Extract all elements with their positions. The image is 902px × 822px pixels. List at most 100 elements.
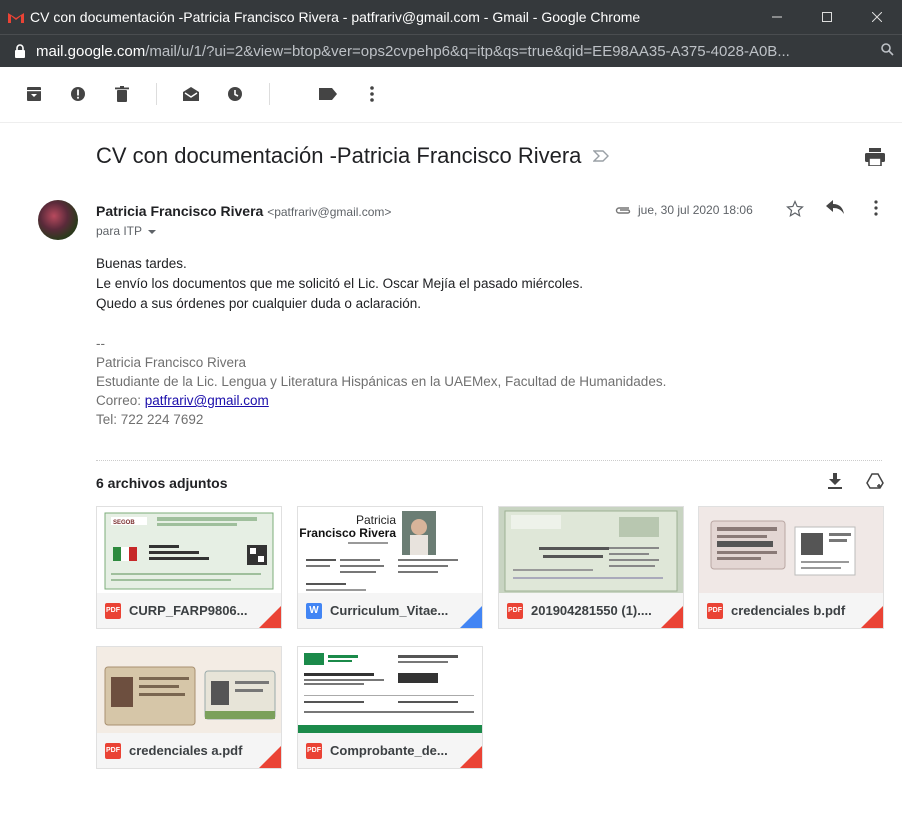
delete-icon[interactable]	[112, 84, 132, 104]
attachment-name: CURP_FARP9806...	[129, 603, 248, 618]
download-all-icon[interactable]	[828, 473, 842, 494]
report-spam-icon[interactable]	[68, 84, 88, 104]
attachment-footer: PDF credenciales b.pdf	[699, 593, 883, 628]
attachments-divider	[96, 460, 882, 461]
archive-icon[interactable]	[24, 84, 44, 104]
attachment-name: credenciales b.pdf	[731, 603, 846, 618]
signature-role: Estudiante de la Lic. Lengua y Literatur…	[96, 374, 667, 389]
file-type-corner	[861, 606, 883, 628]
file-type-corner	[259, 606, 281, 628]
attachment-card[interactable]: PDF credenciales b.pdf	[698, 506, 884, 629]
url-text: mail.google.com/mail/u/1/?ui=2&view=btop…	[36, 43, 872, 60]
window-title: CV con documentación -Patricia Francisco…	[30, 9, 641, 25]
header-actions	[786, 200, 804, 218]
message-toolbar	[0, 66, 902, 123]
pdf-file-icon: PDF	[507, 602, 523, 619]
chevron-down-icon	[148, 230, 157, 234]
sender-avatar[interactable]	[38, 200, 78, 240]
cv-thumb-first-name: Patricia	[356, 513, 396, 527]
zoom-icon[interactable]	[872, 42, 902, 60]
minimize-button[interactable]	[752, 0, 802, 34]
recipients-dropdown[interactable]: para ITP	[96, 224, 157, 238]
body-line: Quedo a sus órdenes por cualquier duda o…	[96, 296, 421, 311]
attachment-card[interactable]: PDF 201904281550 (1)....	[498, 506, 684, 629]
svg-text:SEGOB: SEGOB	[113, 520, 135, 526]
attachment-thumbnail-curp: SEGOB	[97, 507, 281, 593]
star-icon[interactable]	[786, 200, 804, 218]
word-file-icon: W	[306, 602, 322, 619]
file-type-corner	[460, 606, 482, 628]
important-marker-icon[interactable]	[593, 150, 610, 162]
file-type-label: PDF	[106, 607, 120, 614]
message-meta: jue, 30 jul 2020 18:06	[614, 203, 753, 217]
reply-button[interactable]	[826, 200, 844, 214]
attachment-name: credenciales a.pdf	[129, 743, 243, 758]
attachment-name: 201904281550 (1)....	[531, 603, 652, 618]
attachment-thumbnail-cfe-receipt	[298, 647, 482, 733]
file-type-label: PDF	[106, 747, 120, 754]
attachment-name: Curriculum_Vitae...	[330, 603, 449, 618]
attachment-clip-icon	[615, 207, 631, 214]
toolbar-divider	[156, 83, 157, 105]
file-type-label: W	[309, 605, 319, 616]
window-title-bar: CV con documentación -Patricia Francisco…	[0, 0, 902, 34]
attachment-thumbnail-cv: Patricia Francisco Rivera	[298, 507, 482, 593]
reply-icon	[826, 200, 844, 214]
file-type-corner	[661, 606, 683, 628]
cv-thumb-last-name: Francisco Rivera	[299, 526, 396, 540]
sender-info: Patricia Francisco Rivera <patfrariv@gma…	[96, 203, 391, 219]
file-type-corner	[460, 746, 482, 768]
close-icon	[872, 12, 882, 22]
attachment-footer: PDF 201904281550 (1)....	[499, 593, 683, 628]
url-path: /mail/u/1/?ui=2&view=btop&ver=ops2cvpehp…	[145, 42, 790, 60]
mark-unread-icon[interactable]	[181, 84, 201, 104]
attachment-card[interactable]: Patricia Francisco Rivera W Curriculum_V…	[297, 506, 483, 629]
pdf-file-icon: PDF	[306, 742, 322, 759]
sender-name[interactable]: Patricia Francisco Rivera	[96, 203, 263, 219]
pdf-file-icon: PDF	[105, 602, 121, 619]
attachment-thumbnail-credentials-a	[97, 647, 281, 733]
body-line: Le envío los documentos que me solicitó …	[96, 276, 583, 291]
label-icon[interactable]	[318, 84, 338, 104]
attachment-footer: PDF credenciales a.pdf	[97, 733, 281, 768]
sender-email: <patfrariv@gmail.com>	[267, 205, 392, 219]
file-type-corner	[259, 746, 281, 768]
snooze-icon[interactable]	[225, 84, 245, 104]
print-icon[interactable]	[865, 148, 885, 171]
address-bar[interactable]: mail.google.com/mail/u/1/?ui=2&view=btop…	[0, 34, 902, 67]
attachment-footer: PDF CURP_FARP9806...	[97, 593, 281, 628]
pdf-file-icon: PDF	[707, 602, 723, 619]
signature-name: Patricia Francisco Rivera	[96, 355, 247, 370]
pdf-file-icon: PDF	[105, 742, 121, 759]
attachments-title: 6 archivos adjuntos	[96, 475, 228, 491]
subject-text: CV con documentación -Patricia Francisco…	[96, 143, 582, 168]
recipients-text: para ITP	[96, 224, 142, 238]
close-window-button[interactable]	[852, 0, 902, 34]
maximize-icon	[822, 12, 832, 22]
signature-email-link[interactable]: patfrariv@gmail.com	[145, 393, 269, 408]
signature-email-label: Correo:	[96, 393, 145, 408]
attachment-thumbnail-birth-certificate	[499, 507, 683, 593]
attachment-name: Comprobante_de...	[330, 743, 448, 758]
more-vert-icon[interactable]	[362, 84, 382, 104]
attachment-card[interactable]: PDF Comprobante_de...	[297, 646, 483, 769]
message-date: jue, 30 jul 2020 18:06	[638, 203, 753, 217]
signature-email-line: Correo: patfrariv@gmail.com	[96, 391, 666, 410]
save-to-drive-icon[interactable]	[866, 473, 884, 494]
file-type-label: PDF	[708, 607, 722, 614]
maximize-button[interactable]	[802, 0, 852, 34]
email-subject: CV con documentación -Patricia Francisco…	[96, 143, 610, 169]
lock-icon	[15, 44, 25, 58]
attachment-card[interactable]: SEGOB PDF CURP_FARP9806...	[96, 506, 282, 629]
signature-separator: --	[96, 336, 105, 351]
minimize-icon	[772, 16, 782, 18]
url-host: mail.google.com	[36, 42, 146, 60]
message-body: Buenas tardes. Le envío los documentos q…	[96, 254, 583, 314]
toolbar-divider	[269, 83, 270, 105]
file-type-label: PDF	[508, 607, 522, 614]
signature-tel: Tel: 722 224 7692	[96, 412, 204, 427]
more-options-button[interactable]	[874, 200, 878, 216]
gmail-favicon-icon	[8, 13, 24, 23]
attachment-card[interactable]: PDF credenciales a.pdf	[96, 646, 282, 769]
attachment-footer: PDF Comprobante_de...	[298, 733, 482, 768]
